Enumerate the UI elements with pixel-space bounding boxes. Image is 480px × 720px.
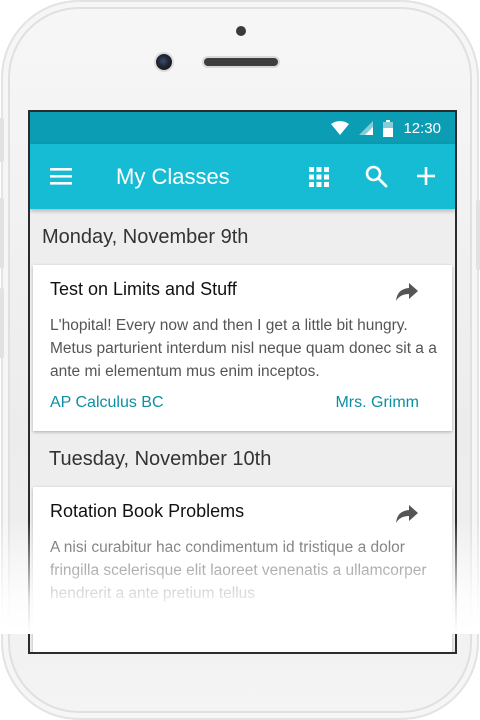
share-icon[interactable] (396, 283, 418, 306)
battery-icon (383, 119, 394, 137)
teacher-link[interactable]: Mrs. Grimm (335, 394, 419, 412)
phone-side-button (0, 288, 4, 358)
wifi-icon (331, 121, 350, 135)
phone-screen: 12:30 My Classes Monday, November 9th Te… (30, 112, 455, 652)
menu-icon[interactable] (50, 166, 74, 191)
proximity-sensor (236, 26, 246, 36)
app-bar: My Classes (30, 144, 455, 209)
status-bar: 12:30 (30, 112, 455, 144)
assignment-description: A nisi curabitur hac condimentum id tris… (50, 539, 427, 602)
course-link[interactable]: AP Calculus BC (50, 394, 164, 412)
add-icon[interactable] (414, 164, 438, 193)
search-icon[interactable] (364, 164, 388, 193)
phone-side-button (0, 198, 4, 268)
grid-icon[interactable] (308, 166, 330, 193)
assignment-title: Rotation Book Problems (50, 501, 245, 521)
status-time: 12:30 (403, 119, 441, 137)
assignment-card[interactable]: Rotation Book Problems A nisi curabitur … (33, 487, 452, 652)
day-header: Monday, November 9th (30, 209, 455, 265)
front-camera (156, 54, 172, 70)
phone-side-button (0, 118, 4, 162)
share-icon[interactable] (396, 505, 418, 528)
assignment-card[interactable]: Test on Limits and Stuff L'hopital! Ever… (33, 265, 452, 431)
day-header: Tuesday, November 10th (30, 431, 455, 487)
signal-icon (359, 121, 374, 135)
assignment-description: L'hopital! Every now and then I get a li… (50, 317, 437, 380)
app-title: My Classes (116, 164, 230, 189)
earpiece-speaker (204, 58, 278, 66)
phone-side-button (476, 200, 480, 270)
assignment-title: Test on Limits and Stuff (50, 279, 237, 299)
